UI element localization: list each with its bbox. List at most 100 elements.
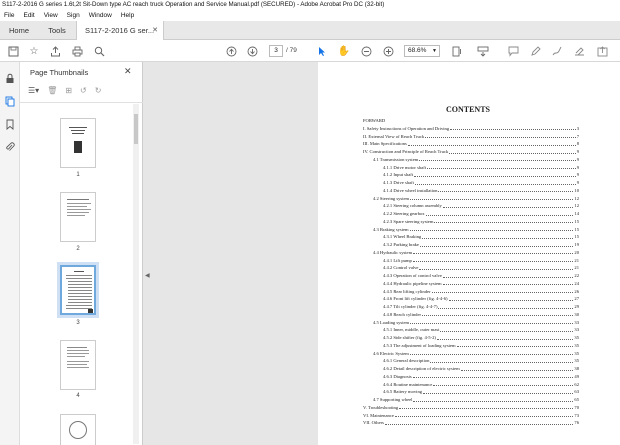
toc-row[interactable]: 4.6.1 General description 35 [363,357,579,365]
next-page-icon[interactable] [245,44,259,58]
zoom-level-select[interactable]: 68.6% ▼ [404,45,440,57]
close-panel-icon[interactable]: ✕ [124,66,132,77]
toc-row[interactable]: 4.1.4 Drive wheel installation 10 [363,187,579,195]
fill-sign-icon[interactable] [572,44,586,58]
menu-file[interactable]: File [4,12,14,19]
toc-page-number: 33 [574,327,579,333]
toc-row[interactable]: 4.6 Electric System 35 [363,350,579,358]
toc-row[interactable]: 4.6.4 Routine maintenance 62 [363,381,579,389]
toc-row[interactable]: 4.1 Transmission system 9 [363,156,579,164]
attachment-icon[interactable] [4,141,16,153]
toc-row[interactable]: 4.7 Supporting wheel 65 [363,396,579,404]
page-number-input[interactable]: 3 [269,45,283,57]
page-thumbnail-5[interactable] [60,414,96,445]
thumbnail-options-icon[interactable]: ☰▾ [28,86,39,95]
toc-label: 4.2 Steering system [373,195,410,201]
scrollbar-thumb[interactable] [134,114,138,144]
toc-row[interactable]: 4.4.2 Control valve 21 [363,264,579,272]
close-tab-icon[interactable]: ✕ [152,26,158,34]
toc-row[interactable]: 4.4.3 Operation of control valve 22 [363,272,579,280]
menu-help[interactable]: Help [121,12,134,19]
tab-home[interactable]: Home [0,21,38,40]
toc-page-number: 15 [574,226,579,232]
toc-page-number: 9 [576,180,579,185]
toc-row[interactable]: 4.1.3 Drive shaft 9 [363,179,579,187]
insert-page-icon[interactable]: ⊞ [65,86,72,95]
collapse-panel-icon[interactable]: ◀ [145,272,150,279]
toc-row[interactable]: 4.2.3 Spare steering system 15 [363,218,579,226]
menu-view[interactable]: View [44,12,58,19]
toc-row[interactable]: 4.3.1 Wheel Braking 15 [363,233,579,241]
toc-row[interactable]: I. Safety Instructions of Operation and … [363,125,579,133]
toc-row[interactable]: 4.2.1 Steering column assembly 12 [363,202,579,210]
menu-edit[interactable]: Edit [23,12,34,19]
toc-row[interactable]: 4.2 Steering system 12 [363,195,579,203]
rotate-right-icon[interactable]: ↻ [95,86,102,95]
toc-row[interactable]: 4.5.3 The adjustment of loading system 35 [363,342,579,350]
tab-document[interactable]: S117-2-2016 G ser... ✕ [76,21,164,40]
previous-page-icon[interactable] [224,44,238,58]
toc-page-number: 38 [574,366,579,371]
toc-row[interactable]: 4.6.2 Detail description of electric sys… [363,365,579,373]
bookmarks-icon[interactable] [4,118,16,130]
comment-icon[interactable] [506,44,520,58]
toc-row[interactable]: IV. Construction and Principle of Reach … [363,148,579,156]
highlight-pen-icon[interactable] [528,44,542,58]
rotate-left-icon[interactable]: ↺ [80,86,87,95]
toc-row[interactable]: 4.4.5 Rear lifting cylinder 26 [363,288,579,296]
toc-row[interactable]: 4.4.7 Tilt cylinder (fig. 4-4-7) 29 [363,303,579,311]
toc-label: 4.1.2 Input shaft [383,172,414,178]
toc-row[interactable]: 4.6.5 Battery moving 63 [363,388,579,396]
toc-row[interactable]: 4.1.1 Drive motor shaft 9 [363,164,579,172]
toc-row[interactable]: VII. Others 76 [363,419,579,427]
cover-image [74,141,82,153]
toc-row[interactable]: 4.3 Braking system 15 [363,226,579,234]
delete-page-icon[interactable]: 🗑 [47,86,57,95]
print-icon[interactable] [70,44,84,58]
toc-row[interactable]: 4.5 Loading system 33 [363,319,579,327]
upload-icon[interactable] [48,44,62,58]
toc-page-number: 9 [576,149,579,154]
share-icon[interactable] [595,44,609,58]
toc-label: 4.5.2 Side shifter (fig. 4-5-2) [383,335,436,340]
toc-row[interactable]: 4.4 Hydraulic system 20 [363,249,579,257]
toc-row[interactable]: FORWARD [363,117,579,125]
thumbnail-scrollbar[interactable] [133,104,139,444]
toc-row[interactable]: 4.4.1 Lift pump 21 [363,257,579,265]
zoom-out-icon[interactable] [359,44,373,58]
tab-tools[interactable]: Tools [38,21,76,40]
toc-row[interactable]: 4.3.2 Parking brake 19 [363,241,579,249]
toc-row[interactable]: 4.5.2 Side shifter (fig. 4-5-2) 35 [363,334,579,342]
toc-row[interactable]: V. Troubleshooting 70 [363,404,579,412]
toc-leader [422,311,574,317]
page-fit-icon[interactable] [450,44,464,58]
hand-tool-icon[interactable]: ✋ [337,44,351,58]
toc-row[interactable]: III. Main Specifications 8 [363,140,579,148]
toc-row[interactable]: 4.6.3 Diagnosis 49 [363,373,579,381]
bookmark-star-icon[interactable]: ☆ [27,44,41,58]
toc-row[interactable]: 4.4.4 Hydraulic pipeline system 24 [363,280,579,288]
menu-sign[interactable]: Sign [67,12,80,19]
page-thumbnail-2[interactable] [60,192,96,242]
toc-row[interactable]: 4.5.1 Inner, middle, outer mast 33 [363,326,579,334]
toc-row[interactable]: II. External View of Reach Truck 7 [363,133,579,141]
page-thumbnail-1[interactable] [60,118,96,168]
page-thumbnail-3[interactable] [57,262,99,318]
contents-heading: CONTENTS [445,105,490,114]
scroll-mode-icon[interactable] [476,44,490,58]
toc-row[interactable]: 4.2.2 Steering gearbox 14 [363,210,579,218]
document-view[interactable]: ◀ CONTENTS FORWARD I. Safety Instructions… [143,62,620,445]
save-icon[interactable] [6,44,20,58]
toc-row[interactable]: 4.4.6 Front lift cylinder (fig. 4-4-6) 27 [363,295,579,303]
page-thumbnails-icon[interactable] [4,95,16,107]
lock-icon[interactable] [4,72,16,84]
toc-row[interactable]: 4.1.2 Input shaft 9 [363,171,579,179]
search-icon[interactable] [92,44,106,58]
zoom-in-icon[interactable] [381,44,395,58]
menu-window[interactable]: Window [89,12,112,19]
page-thumbnail-4[interactable] [60,340,96,390]
toc-row[interactable]: 4.4.8 Reach cylinder 30 [363,311,579,319]
select-cursor-icon[interactable] [315,44,329,58]
draw-icon[interactable] [550,44,564,58]
toc-row[interactable]: VI. Maintenance 73 [363,412,579,420]
